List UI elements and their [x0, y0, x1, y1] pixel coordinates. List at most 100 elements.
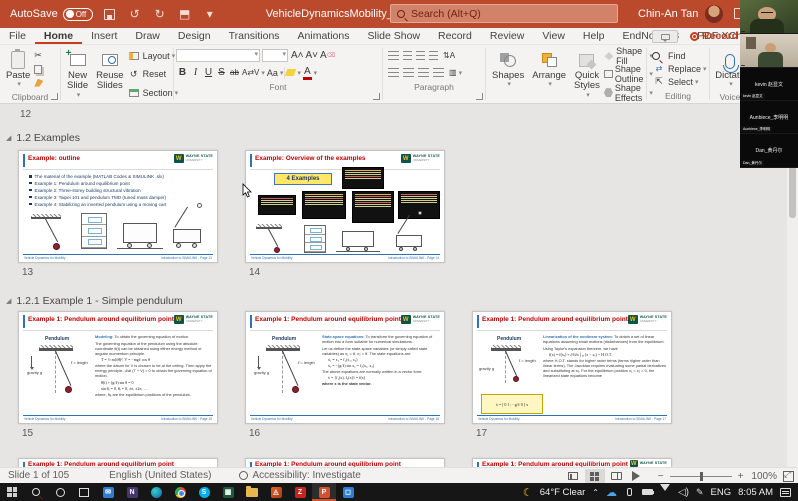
- autosave-control[interactable]: AutoSave Off: [10, 8, 93, 21]
- matlab-app-button[interactable]: ◬: [264, 483, 288, 501]
- decrease-indent-button[interactable]: [416, 51, 425, 60]
- tab-view[interactable]: View: [533, 28, 574, 44]
- find-button[interactable]: Find: [653, 49, 707, 62]
- change-case-button[interactable]: Aa▾: [266, 66, 285, 79]
- video-call-panel[interactable]: kevin 赵显文 kevin 赵显文 Aunbiece_李明明 Aunbiec…: [740, 0, 798, 168]
- qat-customize-button[interactable]: ▾: [202, 6, 218, 22]
- normal-view-button[interactable]: [563, 469, 583, 483]
- font-color-button[interactable]: A▾: [302, 66, 318, 79]
- font-dialog-launcher[interactable]: [373, 93, 380, 100]
- increase-font-button[interactable]: A˄: [290, 49, 305, 62]
- zoom-slider-thumb[interactable]: [700, 472, 703, 481]
- comments-button[interactable]: [652, 30, 678, 43]
- align-center-button[interactable]: [403, 68, 414, 77]
- decrease-font-button[interactable]: A˅: [305, 49, 320, 62]
- justify-button[interactable]: [433, 68, 444, 77]
- fit-to-window-button[interactable]: [783, 471, 794, 482]
- excel-app-button[interactable]: ▦: [216, 483, 240, 501]
- participant-tile[interactable]: Aunbiece_李明明 Aunbiece_李明明: [740, 101, 798, 134]
- show-hidden-icons-button[interactable]: ⌃: [592, 488, 599, 497]
- record-button[interactable]: Record: [690, 28, 738, 44]
- tab-insert[interactable]: Insert: [82, 28, 126, 44]
- user-avatar[interactable]: [705, 5, 723, 23]
- acrobat-app-button[interactable]: Z: [288, 483, 312, 501]
- columns-button[interactable]: ▥▾: [448, 66, 463, 79]
- onedrive-icon[interactable]: ☁: [606, 486, 617, 499]
- input-language[interactable]: ENG: [711, 487, 732, 498]
- language-status[interactable]: English (United States): [109, 470, 211, 481]
- font-name-combo[interactable]: [176, 49, 260, 62]
- mail-app-button[interactable]: ✉: [96, 483, 120, 501]
- tab-design[interactable]: Design: [169, 28, 220, 44]
- tab-record[interactable]: Record: [429, 28, 481, 44]
- font-size-combo[interactable]: [262, 49, 288, 62]
- new-slide-button[interactable]: New Slide▾: [63, 47, 92, 102]
- reuse-slides-button[interactable]: Reuse Slides: [92, 47, 127, 102]
- task-view-button[interactable]: [72, 483, 96, 501]
- shape-effects-button[interactable]: Shape Effects▾: [604, 86, 653, 100]
- weather-status[interactable]: 64°F Clear: [540, 487, 586, 498]
- italic-button[interactable]: I: [189, 66, 202, 79]
- volume-icon[interactable]: ◁): [678, 487, 689, 498]
- copy-button[interactable]: [34, 63, 43, 76]
- participant-video-tile[interactable]: [740, 34, 798, 68]
- reading-view-button[interactable]: [607, 469, 627, 483]
- search-box[interactable]: [390, 4, 618, 23]
- moon-weather-icon[interactable]: ☾: [523, 486, 533, 499]
- slide-thumbnail-13[interactable]: Example: outline WWAYNE STATEUNIVERSITY …: [18, 150, 218, 263]
- zoom-out-button[interactable]: −: [658, 471, 664, 482]
- slide-thumbnail-16[interactable]: Example 1: Pendulum around equilibrium p…: [245, 311, 445, 424]
- tab-help[interactable]: Help: [574, 28, 614, 44]
- layout-button[interactable]: Layout▾: [128, 49, 179, 62]
- bullets-button[interactable]: [388, 51, 399, 60]
- paste-button[interactable]: Paste▾: [2, 47, 34, 91]
- shape-outline-button[interactable]: Shape Outline▾: [604, 67, 653, 81]
- slide-sorter-view-button[interactable]: [585, 469, 605, 483]
- autosave-toggle[interactable]: Off: [63, 8, 93, 21]
- slide-counter[interactable]: Slide 1 of 105: [8, 470, 69, 481]
- tab-slide-show[interactable]: Slide Show: [359, 28, 430, 44]
- search-input[interactable]: [411, 8, 591, 20]
- tab-file[interactable]: File: [0, 28, 35, 44]
- clear-formatting-button[interactable]: A⌫: [319, 49, 336, 62]
- increase-indent-button[interactable]: [429, 51, 438, 60]
- section-header-example1[interactable]: ◢1.2.1 Example 1 - Simple pendulum: [0, 295, 183, 307]
- zoom-in-button[interactable]: +: [738, 471, 744, 482]
- zoom-slider[interactable]: [670, 476, 732, 477]
- slide-thumbnail-18-partial[interactable]: Example 1: Pendulum around equilibrium p…: [18, 458, 218, 467]
- participant-tile[interactable]: kevin 赵显文 kevin 赵显文: [740, 68, 798, 101]
- wifi-icon[interactable]: [660, 486, 671, 498]
- cortana-button[interactable]: [48, 483, 72, 501]
- tab-home[interactable]: Home: [35, 28, 82, 44]
- clipboard-dialog-launcher[interactable]: [51, 93, 58, 100]
- tab-review[interactable]: Review: [481, 28, 533, 44]
- align-right-button[interactable]: [418, 68, 429, 77]
- notification-center-button[interactable]: [780, 488, 791, 497]
- start-button[interactable]: [0, 483, 24, 501]
- line-spacing-button[interactable]: ⇅A: [442, 49, 456, 62]
- accessibility-status[interactable]: Accessibility: Investigate: [239, 470, 360, 481]
- zoom-level[interactable]: 100%: [751, 471, 777, 482]
- section-button[interactable]: Section▾: [128, 87, 179, 100]
- participant-video-tile[interactable]: [740, 0, 798, 34]
- slide-thumbnail-19-partial[interactable]: Example 1: Pendulum around equilibrium p…: [245, 458, 445, 467]
- user-name[interactable]: Chin-An Tan: [638, 8, 698, 20]
- microphone-tray-icon[interactable]: [624, 488, 635, 496]
- align-left-button[interactable]: [388, 68, 399, 77]
- taskbar-search-button[interactable]: [24, 483, 48, 501]
- underline-button[interactable]: U: [202, 66, 215, 79]
- slide-thumbnail-14[interactable]: Example: Overview of the examples WWAYNE…: [245, 150, 445, 263]
- chrome-app-button[interactable]: [168, 483, 192, 501]
- slide-thumbnail-15[interactable]: Example 1: Pendulum around equilibrium p…: [18, 311, 218, 424]
- powerpoint-app-button[interactable]: P: [312, 483, 336, 501]
- bold-button[interactable]: B: [176, 66, 189, 79]
- section-header-examples[interactable]: ◢1.2 Examples: [0, 132, 80, 144]
- pen-icon[interactable]: ✎: [696, 487, 704, 498]
- tab-draw[interactable]: Draw: [126, 28, 169, 44]
- tab-transitions[interactable]: Transitions: [220, 28, 289, 44]
- file-explorer-button[interactable]: [240, 483, 264, 501]
- shape-fill-button[interactable]: Shape Fill▾: [604, 49, 653, 63]
- highlight-color-button[interactable]: ▾: [285, 66, 302, 79]
- format-painter-button[interactable]: [34, 76, 43, 89]
- character-spacing-button[interactable]: A⇄V▾: [241, 66, 266, 79]
